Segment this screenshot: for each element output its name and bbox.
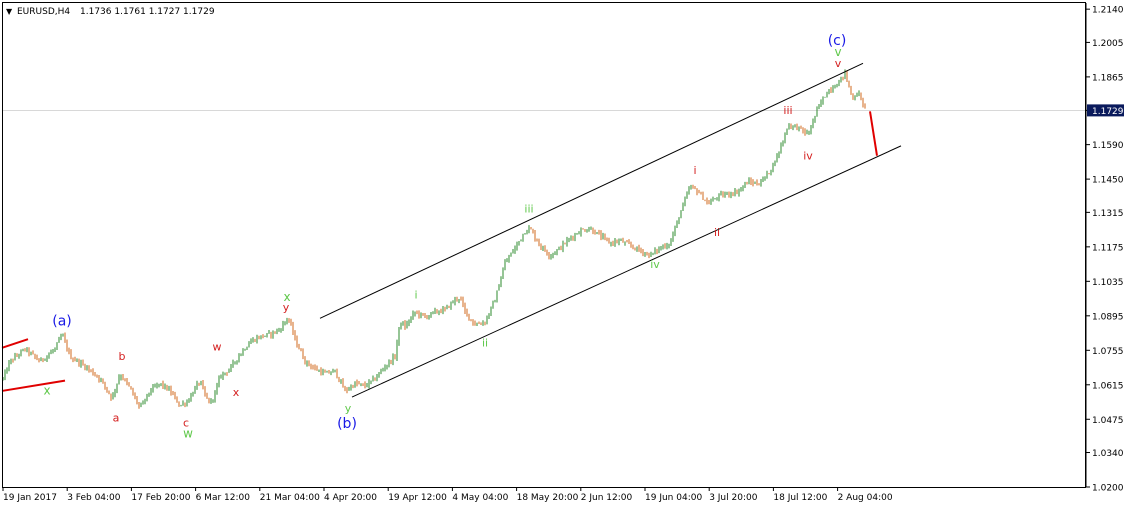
wave-label: a xyxy=(113,412,120,425)
time-tick-label: 19 Apr 12:00 xyxy=(388,493,447,503)
ohlc-values: 1.1736 1.1761 1.1727 1.1729 xyxy=(80,7,215,17)
time-tick-label: 17 Feb 20:00 xyxy=(131,493,190,503)
time-tick-label: 3 Jul 20:00 xyxy=(709,493,758,503)
price-tick-label: 1.0615 xyxy=(1092,381,1124,391)
time-tick-label: 21 Mar 04:00 xyxy=(260,493,320,503)
price-tick-label: 1.0895 xyxy=(1092,312,1124,322)
price-chart[interactable]: (a)(b)(c)xabcwwxxyyiiiiiiivvviiiiiiiv 1.… xyxy=(0,0,1125,508)
price-tick-label: 1.0475 xyxy=(1092,416,1124,426)
wave-label: y xyxy=(283,301,290,314)
wave-label: iv xyxy=(650,258,660,271)
time-tick-label: 4 Apr 20:00 xyxy=(324,493,377,503)
wave-label: iv xyxy=(803,149,813,162)
wave-label: i xyxy=(693,164,696,177)
time-tick-label: 4 May 04:00 xyxy=(452,493,508,503)
wave-label: x xyxy=(43,384,50,398)
wave-label: i xyxy=(414,289,417,302)
wave-label: ii xyxy=(714,226,720,239)
wave-label: iii xyxy=(783,104,792,117)
price-tick-label: 1.0340 xyxy=(1092,449,1124,459)
header-arrow-icon[interactable]: ▼ xyxy=(6,7,13,16)
price-tick-label: 1.0755 xyxy=(1092,347,1124,357)
price-tick-label: 1.1315 xyxy=(1092,209,1124,219)
time-tick-label: 18 Jul 12:00 xyxy=(773,493,827,503)
price-tick-label: 1.2140 xyxy=(1092,6,1124,16)
price-tick-label: 1.0200 xyxy=(1092,484,1124,494)
chart-window: (a) (b) (c) x a b c w w x x y y i ii iii iv v v i ii iii iv 1.… xyxy=(0,0,1125,508)
time-tick-label: 19 Jun 04:00 xyxy=(645,493,702,503)
wave-label: v xyxy=(835,57,842,70)
wave-label: y xyxy=(345,402,352,415)
price-tick-label: 1.1450 xyxy=(1092,176,1124,186)
plot-background xyxy=(0,0,1125,508)
time-tick-label: 2 Aug 04:00 xyxy=(838,493,893,503)
wave-label: w xyxy=(183,427,193,441)
wave-label: b xyxy=(119,350,126,363)
price-tick-label: 1.1590 xyxy=(1092,141,1124,151)
time-tick-label: 6 Mar 12:00 xyxy=(196,493,251,503)
time-tick-label: 3 Feb 04:00 xyxy=(67,493,121,503)
price-tick-label: 1.1175 xyxy=(1092,243,1124,253)
wave-label: w xyxy=(213,340,222,353)
wave-label: ii xyxy=(482,337,488,350)
price-tick-label: 1.2005 xyxy=(1092,39,1124,49)
price-tick-label: 1.1865 xyxy=(1092,73,1124,83)
time-tick-label: 2 Jun 12:00 xyxy=(581,493,633,503)
symbol-label: EURUSD,H4 xyxy=(17,7,70,17)
time-tick-label: 18 May 20:00 xyxy=(517,493,579,503)
wave-label: (b) xyxy=(337,416,357,432)
time-tick-label: 19 Jan 2017 xyxy=(3,493,57,503)
wave-label: x xyxy=(233,386,240,399)
symbol-header: ▼ EURUSD,H4 1.1736 1.1761 1.1727 1.1729 xyxy=(6,7,215,17)
price-axis[interactable]: 1.2140 1.2005 1.1865 1.1729 1.1590 1.1450 1.13… xyxy=(1085,3,1124,494)
wave-label: (a) xyxy=(52,314,72,330)
price-tick-label: 1.1035 xyxy=(1092,278,1124,288)
wave-label: iii xyxy=(524,202,533,215)
current-price-label: 1.1729 xyxy=(1092,107,1124,117)
